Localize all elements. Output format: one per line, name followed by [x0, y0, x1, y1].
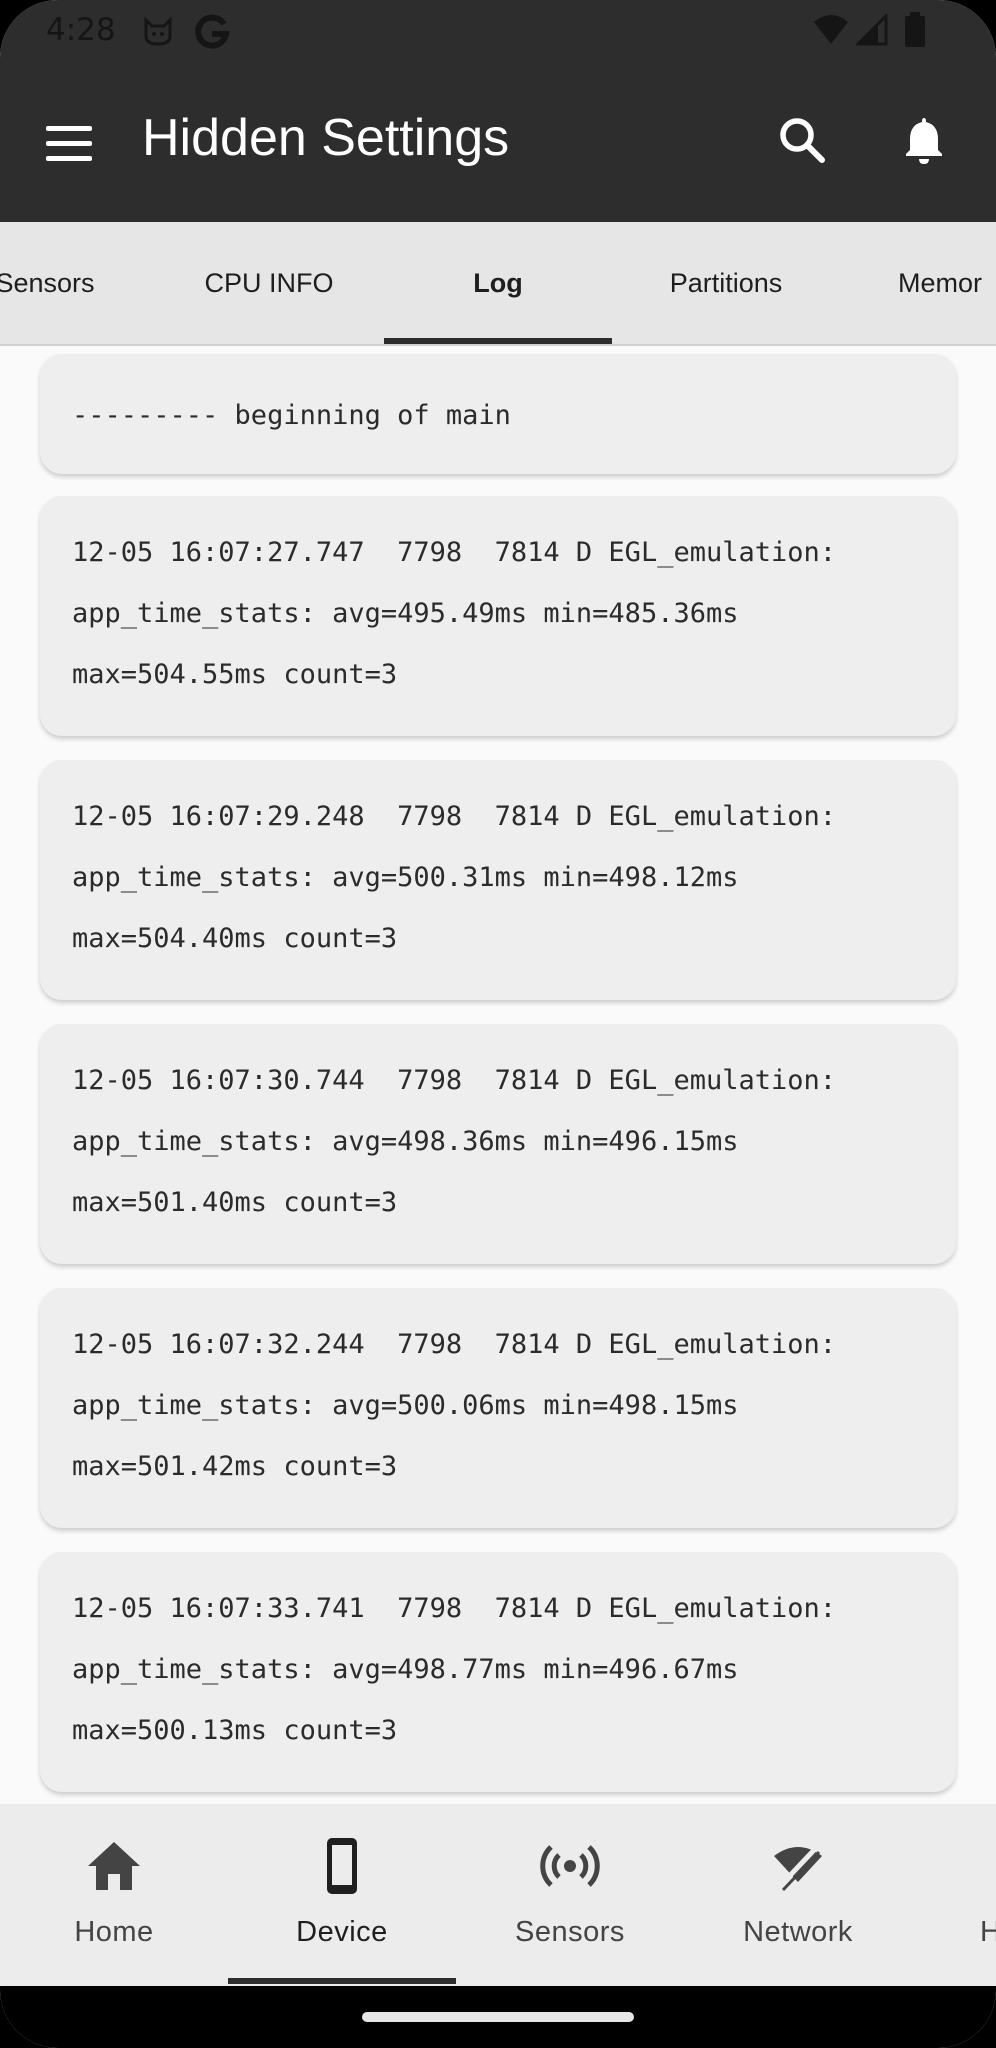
log-entry[interactable]: 12-05 16:07:30.744 7798 7814 D EGL_emula…: [40, 1024, 956, 1264]
cat-face-icon: [144, 16, 172, 46]
status-time: 4:28: [46, 12, 116, 48]
log-entry-text: 12-05 16:07:32.244 7798 7814 D EGL_emula…: [72, 1329, 837, 1482]
wifi-off-icon: [774, 1846, 822, 1892]
search-icon[interactable]: [776, 114, 828, 166]
nav-network-label: Network: [743, 1916, 853, 1948]
bottom-navigation: Home Device Sensors Network H: [0, 1804, 996, 1986]
home-icon: [88, 1842, 140, 1890]
smartphone-icon: [327, 1838, 357, 1894]
tab-cpu-info[interactable]: CPU INFO: [154, 222, 384, 344]
log-entry-text: 12-05 16:07:29.248 7798 7814 D EGL_emula…: [72, 801, 837, 954]
nav-home-label: Home: [74, 1916, 154, 1948]
nav-more[interactable]: H: [912, 1804, 996, 1986]
tab-indicator: [384, 338, 612, 344]
log-entry[interactable]: 12-05 16:07:32.244 7798 7814 D EGL_emula…: [40, 1288, 956, 1528]
tab-log[interactable]: Log: [384, 222, 612, 344]
log-entry-text: 12-05 16:07:30.744 7798 7814 D EGL_emula…: [72, 1065, 837, 1218]
tab-sensors[interactable]: Sensors: [0, 222, 150, 344]
tab-bar: Sensors CPU INFO Log Partitions Memor: [0, 222, 996, 346]
log-entry-text: 12-05 16:07:33.741 7798 7814 D EGL_emula…: [72, 1593, 837, 1746]
log-entry[interactable]: 12-05 16:07:29.248 7798 7814 D EGL_emula…: [40, 760, 956, 1000]
wifi-icon: [814, 15, 848, 44]
log-entry-text: 12-05 16:07:27.747 7798 7814 D EGL_emula…: [72, 537, 837, 690]
nav-device-label: Device: [296, 1916, 388, 1948]
bell-icon[interactable]: [896, 112, 952, 168]
battery-icon: [905, 12, 925, 47]
log-entry[interactable]: 12-05 16:07:33.741 7798 7814 D EGL_emula…: [40, 1552, 956, 1792]
tab-partitions[interactable]: Partitions: [612, 222, 840, 344]
log-entry[interactable]: --------- beginning of main: [40, 354, 956, 474]
nav-indicator: [228, 1978, 456, 1984]
google-g-icon: [195, 14, 230, 49]
log-entry-text: --------- beginning of main: [72, 400, 511, 431]
app-header: 4:28 Hidden Settings: [0, 0, 996, 222]
home-gesture-handle[interactable]: [362, 2012, 634, 2022]
nav-sensors-label: Sensors: [515, 1916, 625, 1948]
status-bar: 4:28: [0, 0, 996, 62]
menu-icon[interactable]: [46, 126, 94, 162]
signal-icon: [856, 14, 888, 46]
nav-home[interactable]: Home: [0, 1804, 228, 1986]
nav-network[interactable]: Network: [684, 1804, 912, 1986]
app-title: Hidden Settings: [142, 109, 510, 167]
log-entry[interactable]: 12-05 16:07:27.747 7798 7814 D EGL_emula…: [40, 496, 956, 736]
tab-memory[interactable]: Memor: [860, 222, 996, 344]
phone-screen: 4:28 Hidden Settings Sensors CPU INFO Lo…: [0, 0, 996, 2048]
sensors-icon: [540, 1845, 600, 1887]
nav-more-label: H: [980, 1916, 996, 1948]
nav-sensors[interactable]: Sensors: [456, 1804, 684, 1986]
nav-device[interactable]: Device: [228, 1804, 456, 1986]
